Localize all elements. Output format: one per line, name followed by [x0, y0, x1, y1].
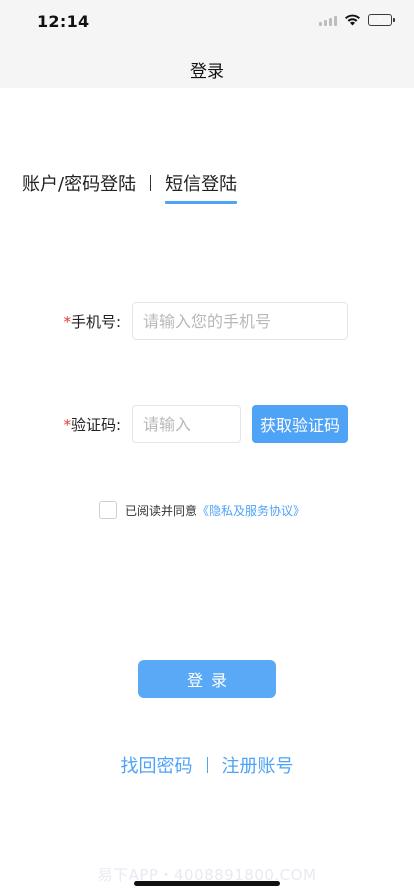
phone-input[interactable] [132, 302, 348, 340]
agreement-checkbox[interactable] [99, 501, 117, 519]
bottom-divider [206, 757, 208, 773]
login-button[interactable]: 登录 [138, 660, 276, 698]
wifi-icon [345, 14, 360, 26]
code-label: *验证码: [63, 414, 121, 435]
agreement-row: 已阅读并同意 《隐私及服务协议》 [99, 501, 305, 519]
battery-charging-icon: ⚡ [368, 14, 395, 26]
status-bar: 12:14 ⚡ [0, 0, 414, 44]
tab-account-password[interactable]: 账户/密码登陆 [22, 170, 136, 196]
agreement-text: 已阅读并同意 [125, 503, 198, 518]
code-input[interactable] [132, 405, 241, 443]
phone-row: *手机号: [0, 302, 414, 340]
status-time: 12:14 [37, 12, 90, 31]
status-icons: ⚡ [319, 14, 395, 26]
required-mark: * [63, 312, 71, 331]
page-title: 登录 [190, 62, 224, 82]
login-method-tabs: 账户/密码登陆 短信登陆 [22, 170, 238, 204]
active-tab-indicator [165, 201, 238, 204]
code-label-text: 验证码: [70, 415, 121, 434]
required-mark: * [63, 415, 71, 434]
bottom-links: 找回密码 注册账号 [0, 752, 414, 778]
nav-bar: 登录 [0, 44, 414, 88]
get-code-button[interactable]: 获取验证码 [252, 405, 348, 443]
tab-sms[interactable]: 短信登陆 [165, 170, 238, 204]
signal-icon [319, 15, 337, 26]
tab-sms-label: 短信登陆 [165, 174, 238, 195]
privacy-agreement-link[interactable]: 《隐私及服务协议》 [197, 502, 305, 519]
register-link[interactable]: 注册账号 [222, 752, 294, 778]
phone-label: *手机号: [63, 311, 121, 332]
phone-label-text: 手机号: [70, 312, 121, 331]
forgot-password-link[interactable]: 找回密码 [121, 752, 193, 778]
home-indicator[interactable] [134, 881, 280, 886]
tab-divider [150, 175, 152, 191]
code-row: *验证码: 获取验证码 [0, 405, 414, 443]
